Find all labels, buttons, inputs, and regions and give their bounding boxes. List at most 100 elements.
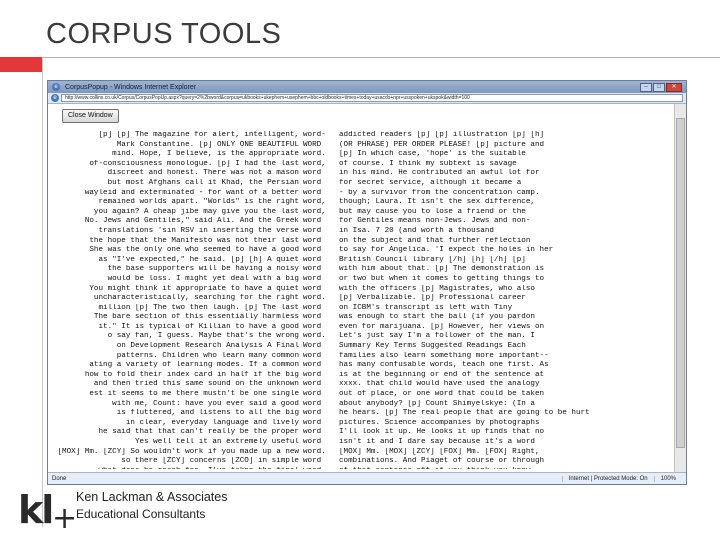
concordance-left-context: uncharacteristically, searching for the … <box>93 294 299 303</box>
concordance-keyword: word <box>303 236 322 245</box>
concordance-keyword: word. <box>303 294 326 303</box>
concordance-right-context: he hears. [p] The real people that are g… <box>339 409 590 418</box>
concordance-keyword: word <box>303 380 322 389</box>
vertical-scrollbar[interactable] <box>674 104 686 472</box>
zoom-level[interactable]: 100% <box>653 475 682 482</box>
browser-window: e CorpusPopup - Windows Internet Explore… <box>47 80 687 485</box>
concordance-keyword: word <box>303 409 322 418</box>
concordance-line: as "I've expected," he said. [p] [h] A q… <box>52 256 672 266</box>
concordance-right-context: I'll look it up. He looks it up finds th… <box>339 428 545 437</box>
company-tagline: Educational Consultants <box>76 507 206 521</box>
concordance-keyword: word <box>303 351 322 360</box>
page-icon: e <box>51 94 59 102</box>
concordance-left-context: the hope that the Manifesto was not thei… <box>89 236 299 245</box>
concordance-keyword: word <box>303 428 322 437</box>
concordance-left-context: what does he reach for. I've taken the f… <box>52 467 299 469</box>
divider-line <box>42 57 720 58</box>
concordance-right-context: Summary Key Terms Suggested Readings Eac… <box>339 342 526 351</box>
concordance-line: he said that that can't really be the pr… <box>52 428 672 438</box>
concordance-right-context: addicted readers [p] [p] illustration [p… <box>339 131 545 139</box>
concordance-right-context: isn't it and I dare say because it's a w… <box>339 438 535 446</box>
concordance-left-context: the base supporters will be having a noi… <box>107 265 299 274</box>
concordance-line: with me, Count: have you ever said a goo… <box>52 400 672 410</box>
concordance-left-context: Mark Constantine. [p] ONLY ONE BEAUTIFUL <box>116 140 299 149</box>
concordance-right-context: even for marijuana. [p] However, her vie… <box>339 322 545 331</box>
concordance-right-context: was enough to start the ball (if you par… <box>339 313 535 322</box>
concordance-keyword: word <box>303 169 322 178</box>
concordance-right-context: about anybody? [p] Count Shimyelskye: (I… <box>339 399 535 408</box>
concordance-left-context: o say fan, I guess. Maybe that's the wro… <box>107 332 299 341</box>
concordance-line: it." It is typical of Killian to have a … <box>52 323 672 333</box>
page-content: Close Window [p] [p] The magazine for al… <box>48 104 686 472</box>
concordance-line: o say fan, I guess. Maybe that's the wro… <box>52 332 672 342</box>
concordance-line: how to fold their index card in half if … <box>52 371 672 381</box>
kl-logo: kl + <box>18 488 78 536</box>
concordance-left-context: of-consciousness monologue. [p] I had th… <box>89 159 299 168</box>
maximize-button[interactable]: □ <box>653 82 665 92</box>
concordance-line: the base supporters will be having a noi… <box>52 265 672 275</box>
concordance-left-context: on Development Research Analysis A Final <box>116 342 299 351</box>
concordance-left-context: and then tried this same sound on the un… <box>93 380 299 389</box>
logo-plus: + <box>52 501 78 536</box>
concordance-right-context: xxxx. that child would have used the ana… <box>339 380 540 389</box>
concordance-list: [p] [p] The magazine for alert, intellig… <box>52 131 672 469</box>
close-icon[interactable]: ✕ <box>666 82 682 92</box>
concordance-left-context: discreet and honest. There was not a mas… <box>107 169 299 178</box>
url-field[interactable]: http://www.collins.co.uk/Corpus/CorpusPo… <box>61 94 683 102</box>
concordance-right-context: (OR PHRASE) PER ORDER PLEASE! [p] pictur… <box>339 140 545 149</box>
concordance-line: so there [ZCY] concerns [ZCO] in simple w… <box>52 457 672 467</box>
concordance-keyword: word <box>303 226 322 235</box>
concordance-line: No. Jews and Gentiles," said Ali. And th… <box>52 217 672 227</box>
concordance-left-context: wayleid and exterminated - for want of a… <box>84 188 299 197</box>
concordance-line: Mark Constantine. [p] ONLY ONE BEAUTIFUL… <box>52 141 672 151</box>
concordance-line: remained worlds apart. "Worlds" is the r… <box>52 198 672 208</box>
concordance-right-context: Let's just say I'm a follower of the man… <box>339 332 535 341</box>
concordance-keyword: word <box>303 370 322 379</box>
address-bar: e http://www.collins.co.uk/Corpus/Corpus… <box>48 93 686 104</box>
concordance-line: mind. Hope, I believe, is the appropriat… <box>52 150 672 160</box>
concordance-right-context: with him about that. [p] The demonstrati… <box>339 265 545 274</box>
concordance-left-context: est it seems to me there mustn't be one … <box>89 390 299 399</box>
concordance-right-context: for secret service, although it became a <box>339 178 522 187</box>
concordance-line: patterns. Children who learn many common… <box>52 352 672 362</box>
concordance-right-context: is at the beginning or end of the senten… <box>339 370 545 379</box>
window-titlebar: e CorpusPopup - Windows Internet Explore… <box>48 81 686 93</box>
concordance-right-context: on the subject and that further reflecti… <box>339 236 531 245</box>
logo-letters: kl <box>18 488 54 532</box>
concordance-right-context: British Council library [/h] [h] [/h] [p… <box>339 255 526 264</box>
scrollbar-thumb[interactable] <box>676 118 685 448</box>
concordance-line: you again? A cheap jibe may give you the… <box>52 208 672 218</box>
concordance-line: would be loss. I might yet deal with a b… <box>52 275 672 285</box>
concordance-left-context: how to fold their index card in half if … <box>84 370 299 379</box>
close-window-button[interactable]: Close Window <box>62 109 119 123</box>
minimize-button[interactable]: – <box>640 82 652 92</box>
concordance-left-context: would be loss. I might yet deal with a b… <box>107 274 299 283</box>
window-title: CorpusPopup - Windows Internet Explorer <box>65 83 197 91</box>
concordance-keyword: word. <box>303 447 326 456</box>
concordance-left-context: it." It is typical of Killian to have a … <box>98 322 299 331</box>
concordance-line: is fluttered, and listens to all the big… <box>52 409 672 419</box>
concordance-line: the hope that the Manifesto was not thei… <box>52 237 672 247</box>
concordance-keyword: word <box>303 217 322 226</box>
concordance-keyword: word <box>303 438 322 446</box>
security-zone: Internet | Protected Mode: On <box>561 475 654 482</box>
concordance-line: uncharacteristically, searching for the … <box>52 294 672 304</box>
concordance-keyword: word, <box>303 198 326 207</box>
concordance-line: ating a variety of learning modes. If a … <box>52 361 672 371</box>
concordance-line: Yes well tell it an extremely useful word… <box>52 438 672 448</box>
concordance-right-context: but may cause you to lose a friend or th… <box>339 207 526 216</box>
concordance-keyword: word. <box>303 150 326 159</box>
concordance-right-context: out of place, or one word that could be … <box>339 390 545 399</box>
concordance-left-context: You might think it appropriate to have a… <box>89 284 299 293</box>
concordance-keyword: word, <box>303 207 326 216</box>
concordance-keyword: word <box>303 178 322 187</box>
concordance-left-context: as "I've expected," he said. [p] [h] A q… <box>98 255 299 264</box>
concordance-left-context: The bare section of this essentially har… <box>93 313 299 322</box>
concordance-right-context: in his mind. He contributed an awful lot… <box>339 169 540 178</box>
concordance-right-context: of that sentence off if you think you kn… <box>335 467 672 469</box>
concordance-keyword: word <box>303 390 322 399</box>
concordance-keyword: word. <box>303 332 326 341</box>
concordance-keyword: word <box>303 457 322 466</box>
concordance-right-context: or two but when it comes to getting thin… <box>339 274 545 283</box>
concordance-line: est it seems to me there mustn't be one … <box>52 390 672 400</box>
